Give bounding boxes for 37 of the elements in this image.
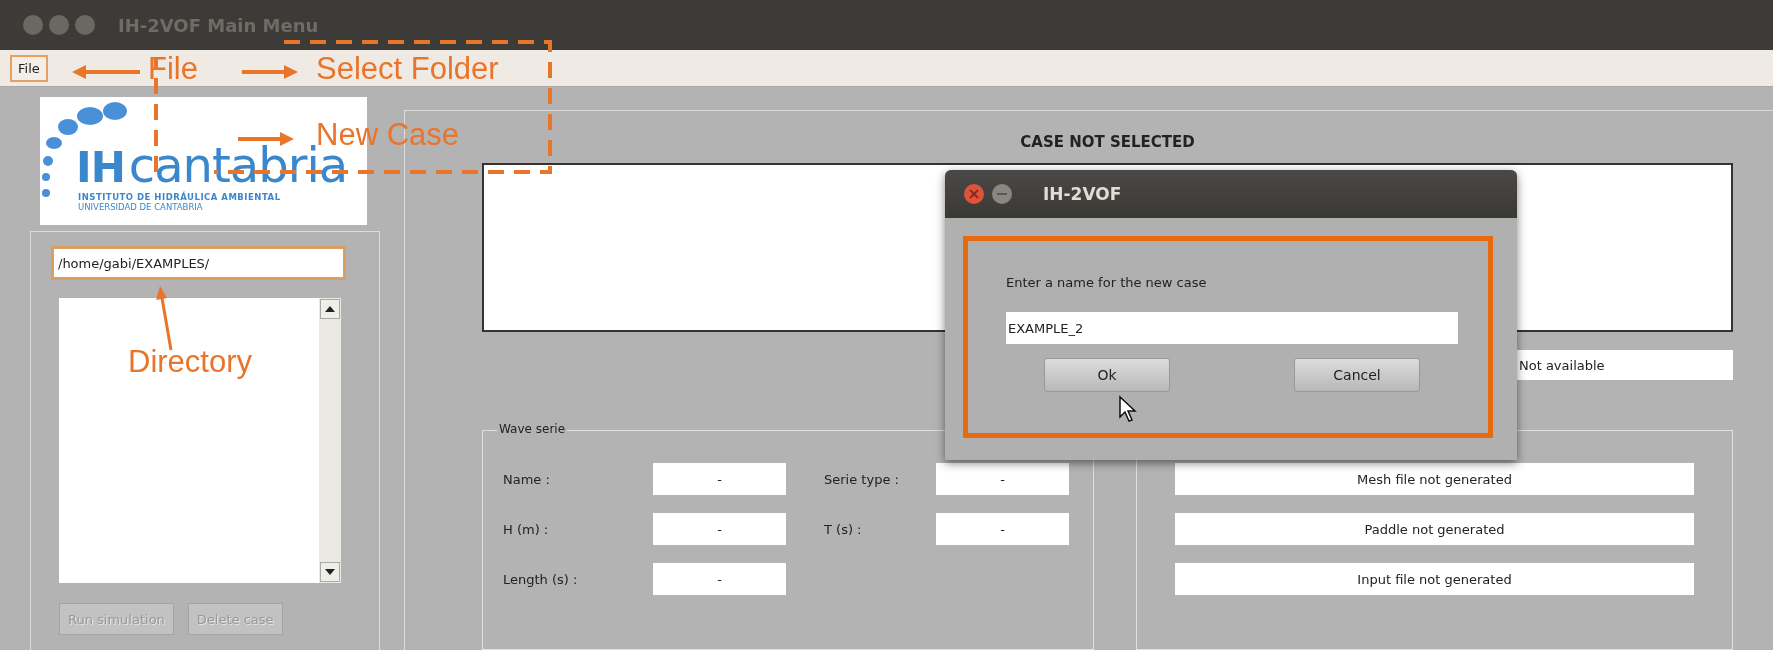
scroll-bar[interactable] xyxy=(319,298,341,583)
dialog-button[interactable]: Cancel xyxy=(1294,358,1420,392)
value-field: - xyxy=(653,513,786,545)
value-field: - xyxy=(653,563,786,595)
field-label: H (m) : xyxy=(503,521,550,537)
close-icon[interactable] xyxy=(963,183,985,205)
annotation-label: Directory xyxy=(128,345,252,380)
cursor-icon xyxy=(1118,395,1138,423)
value-field: - xyxy=(936,513,1069,545)
dialog-button[interactable]: Ok xyxy=(1044,358,1170,392)
menu-item[interactable]: File xyxy=(10,54,48,82)
field-label: Name : xyxy=(503,471,551,487)
status-field: Paddle not generated xyxy=(1175,513,1694,545)
status-field: Input file not generated xyxy=(1175,563,1694,595)
status-field: Mesh file not generated xyxy=(1175,463,1694,495)
field-label: T (s) : xyxy=(823,521,863,537)
status-field: Not available xyxy=(1517,350,1733,380)
value-field: - xyxy=(653,463,786,495)
arrow-icon xyxy=(238,131,294,147)
arrow-icon xyxy=(72,64,142,80)
directory-field[interactable]: /home/gabi/EXAMPLES/ xyxy=(51,246,346,280)
annotation-label: Select Folder xyxy=(316,52,499,87)
prompt-label: Enter a name for the new case xyxy=(1006,275,1208,290)
arrow-icon xyxy=(242,64,298,80)
scroll-down-icon[interactable] xyxy=(320,562,340,582)
case-title: CASE NOT SELECTED xyxy=(1019,133,1196,153)
scroll-up-icon[interactable] xyxy=(320,299,340,319)
annotation-label: File xyxy=(148,52,198,87)
dialog-title: IH-2VOF xyxy=(1043,184,1122,204)
value-field: - xyxy=(936,463,1069,495)
group-title: Wave serie xyxy=(497,422,568,436)
name-input[interactable]: EXAMPLE_2 xyxy=(1006,312,1458,344)
logo-subtitle: UNIVERSIDAD DE CANTABRIA xyxy=(78,202,204,212)
field-label: Length (s) : xyxy=(503,571,579,587)
minimize-icon[interactable] xyxy=(991,183,1013,205)
field-label: Serie type : xyxy=(823,471,900,487)
logo-subtitle: INSTITUTO DE HIDRÁULICA AMBIENTAL xyxy=(78,192,282,202)
